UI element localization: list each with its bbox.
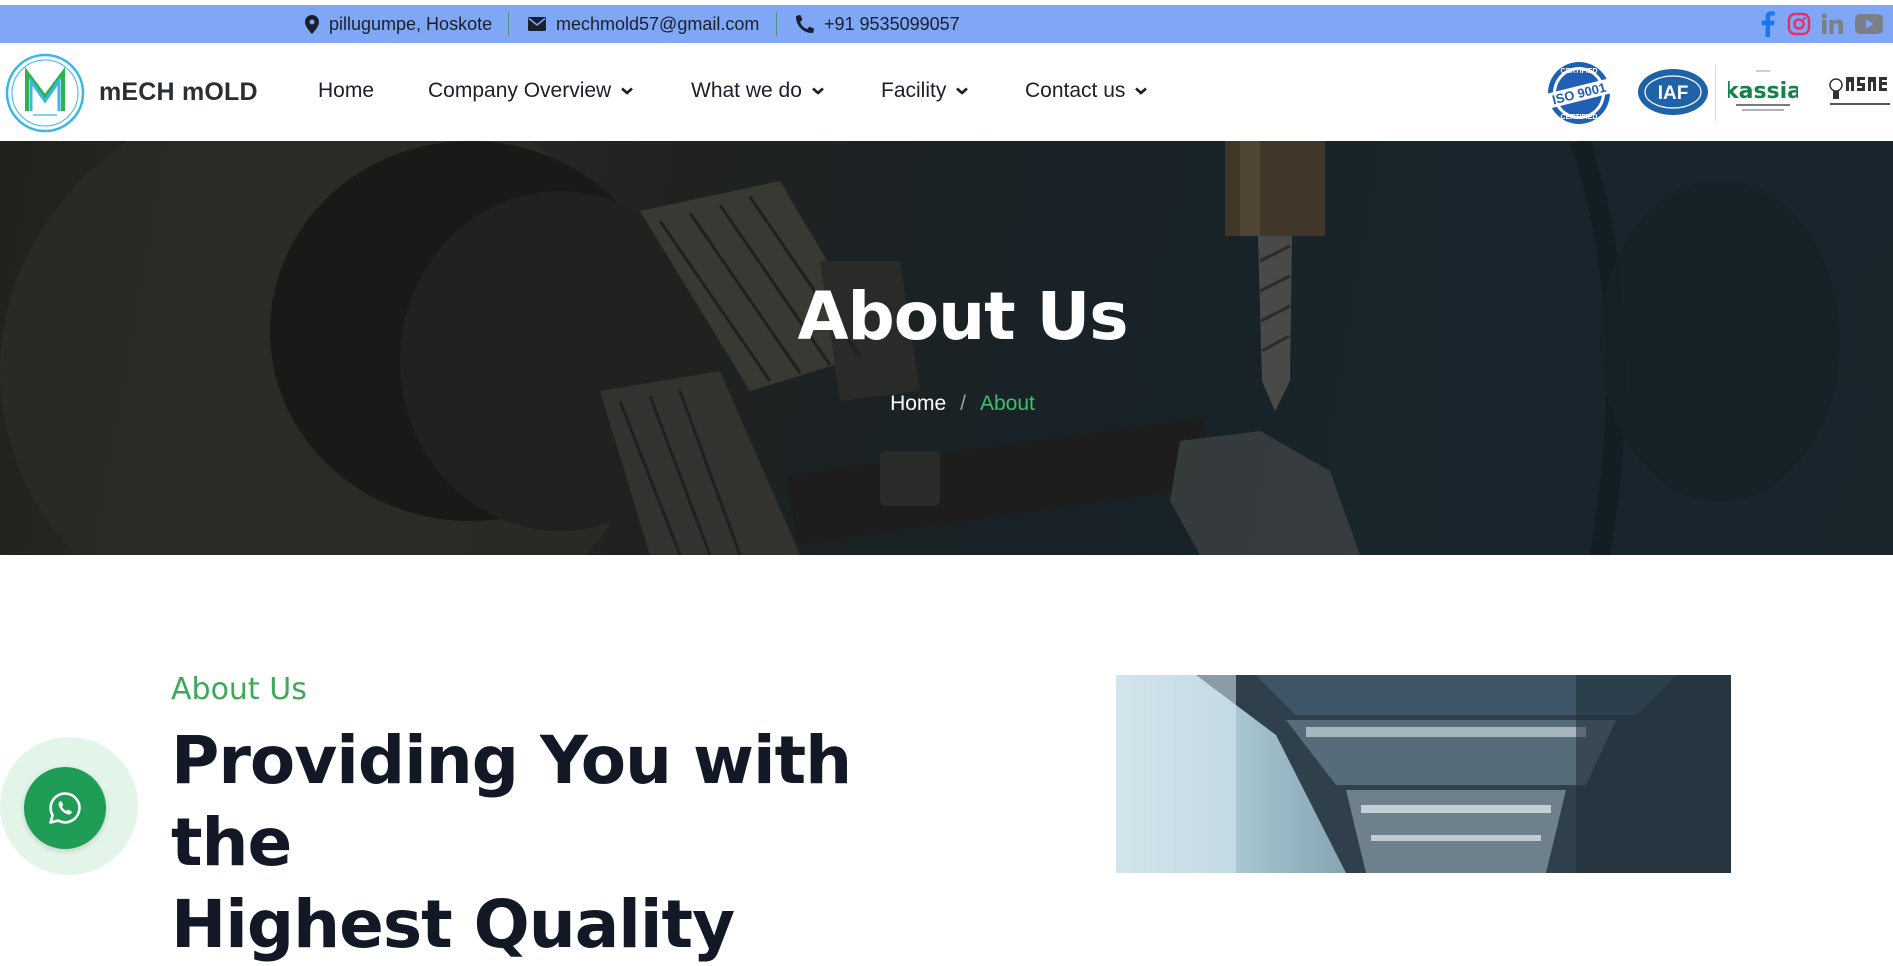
phone-item[interactable]: +91 9535099057 (796, 5, 960, 43)
linkedin-icon[interactable] (1821, 13, 1843, 35)
topbar-divider (508, 12, 509, 36)
email-item[interactable]: mechmold57@gmail.com (528, 5, 759, 43)
map-pin-icon (305, 14, 319, 34)
contact-topbar: pillugumpe, Hoskote mechmold57@gmail.com… (0, 5, 1893, 43)
section-label: About Us (171, 672, 307, 707)
whatsapp-icon (49, 792, 81, 824)
breadcrumb-separator: / (960, 392, 966, 415)
phone-link[interactable]: +91 9535099057 (824, 14, 960, 35)
svg-text:kassia: kassia (1728, 79, 1798, 104)
breadcrumb-current: About (979, 392, 1035, 415)
nav-what-we-do[interactable]: What we do (691, 79, 824, 103)
about-image (1116, 675, 1731, 873)
brand-name[interactable]: mECH mOLD (99, 78, 258, 107)
cnc-machine-image (1116, 675, 1731, 873)
nav-what-we-do-label: What we do (691, 79, 802, 102)
facebook-icon[interactable] (1757, 11, 1777, 37)
nav-home-label: Home (318, 79, 375, 102)
page-title: About Us (797, 278, 1128, 355)
nav-company-overview[interactable]: Company Overview (428, 79, 634, 103)
address-text: pillugumpe, Hoskote (329, 13, 493, 34)
youtube-icon[interactable] (1855, 14, 1883, 34)
nav-contact-us[interactable]: Contact us (1025, 79, 1148, 103)
chevron-down-icon (621, 87, 634, 95)
nav-home[interactable]: Home (318, 79, 374, 103)
nav-facility-label: Facility (881, 79, 947, 102)
nav-company-overview-label: Company Overview (428, 79, 612, 102)
breadcrumb-home-link[interactable]: Home (890, 392, 946, 416)
chevron-down-icon (812, 87, 824, 95)
iso-9001-badge: CERTIFIED CERTIFIED ISO 9001 (1544, 62, 1614, 124)
msme-badge (1829, 77, 1890, 105)
breadcrumb: Home / About (0, 392, 1893, 416)
phone-icon (796, 15, 814, 33)
section-heading: Providing You with the Highest Quality (171, 720, 971, 966)
instagram-icon[interactable] (1787, 12, 1811, 36)
section-heading-line-2: Highest Quality (171, 886, 735, 963)
svg-text:CERTIFIED: CERTIFIED (1561, 68, 1598, 75)
page-hero-banner: About Us Home / About (0, 141, 1893, 555)
nav-contact-us-label: Contact us (1025, 79, 1126, 102)
site-header: mECH mOLD Home Company Overview What we … (0, 43, 1893, 141)
badge-divider (1715, 65, 1716, 121)
logo-icon[interactable] (5, 53, 85, 133)
address-item: pillugumpe, Hoskote (305, 5, 492, 43)
svg-text:CERTIFIED: CERTIFIED (1561, 114, 1598, 121)
kassia-badge: ━━━━ kassia (1728, 68, 1798, 111)
iaf-badge: IAF (1638, 69, 1708, 115)
nav-facility[interactable]: Facility (881, 79, 969, 103)
section-heading-line-1: Providing You with the (171, 722, 852, 881)
chevron-down-icon (956, 87, 969, 95)
envelope-icon (528, 17, 546, 31)
chevron-down-icon (1135, 87, 1148, 95)
svg-text:━━━━: ━━━━ (1755, 68, 1771, 75)
email-link[interactable]: mechmold57@gmail.com (556, 14, 759, 35)
svg-text:IAF: IAF (1658, 83, 1689, 104)
topbar-divider (776, 12, 777, 36)
social-links (1757, 5, 1883, 43)
whatsapp-chat-button[interactable] (24, 767, 106, 849)
